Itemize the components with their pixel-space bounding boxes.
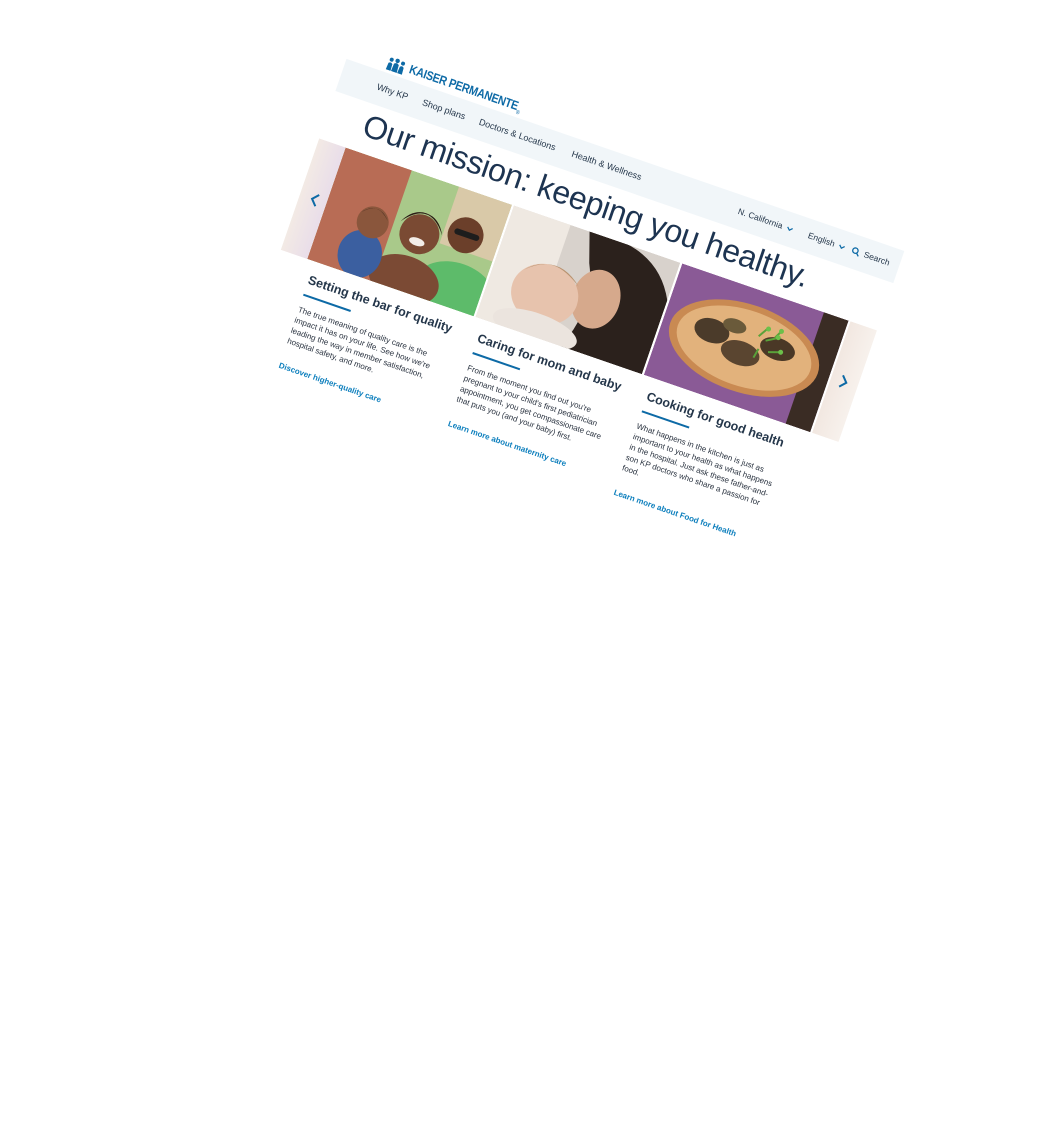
nav-item-health-wellness[interactable]: Health & Wellness [570,149,643,182]
region-selector[interactable]: N. California [737,206,795,234]
search-icon [852,246,859,257]
chevron-down-icon [839,244,846,249]
kp-people-logo-icon [385,57,405,76]
screenshot-stage: KAISER PERMANENTE® Why KP Shop plans Doc… [0,0,1040,1134]
search-button[interactable]: Search [850,245,892,268]
nav-item-shop-plans[interactable]: Shop plans [421,97,467,121]
nav-item-doctors-locations[interactable]: Doctors & Locations [478,117,557,153]
region-label: N. California [736,206,785,231]
chevron-left-icon [310,193,320,207]
kp-homepage: KAISER PERMANENTE® Why KP Shop plans Doc… [200,40,911,676]
nav-item-why-kp[interactable]: Why KP [376,82,410,102]
chevron-down-icon [787,226,793,231]
language-label: English [806,230,837,249]
search-label: Search [862,249,892,268]
chevron-right-icon [838,374,848,387]
language-selector[interactable]: English [807,230,847,252]
registered-mark: ® [514,109,521,117]
